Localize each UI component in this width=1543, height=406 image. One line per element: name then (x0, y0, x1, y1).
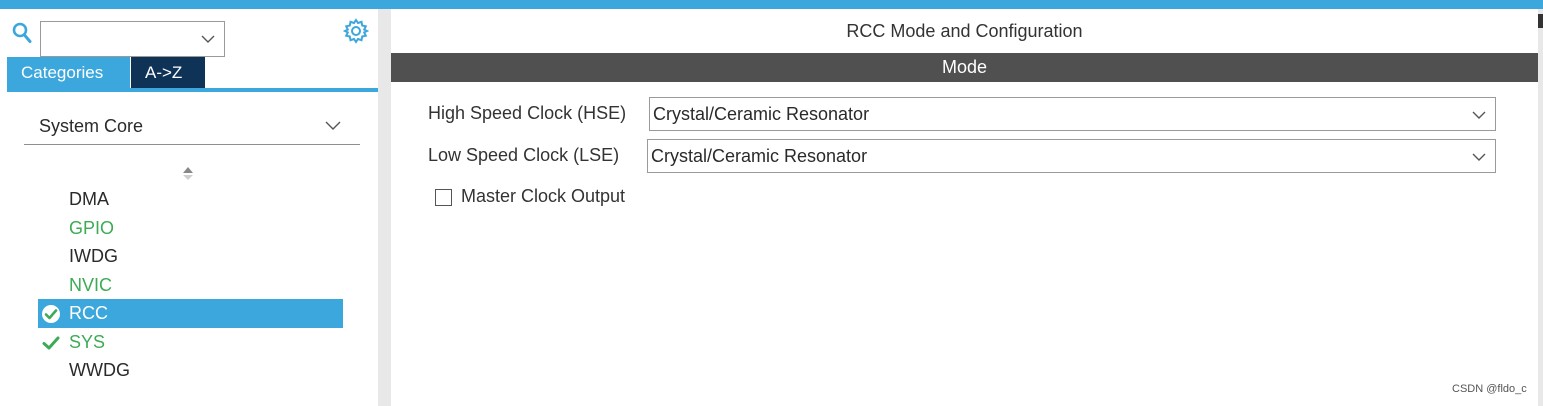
top-accent-bar (0, 0, 1543, 9)
gear-icon[interactable] (343, 18, 369, 44)
lse-field-row: Low Speed Clock (LSE) Crystal/Ceramic Re… (428, 139, 1498, 173)
watermark: CSDN @fldo_c (1452, 383, 1527, 395)
chevron-down-icon (1472, 153, 1486, 161)
scrollbar-marker (1538, 14, 1543, 28)
list-item-label: IWDG (69, 246, 118, 266)
right-scrollbar[interactable] (1538, 9, 1543, 406)
right-panel: RCC Mode and Configuration Mode High Spe… (391, 9, 1538, 406)
list-item-label: DMA (69, 189, 109, 209)
checkmark-icon (42, 336, 60, 349)
page-title: RCC Mode and Configuration (846, 21, 1083, 41)
tab-categories[interactable]: Categories (7, 57, 130, 88)
master-clock-output-label: Master Clock Output (461, 186, 626, 206)
list-item-label: WWDG (69, 360, 130, 380)
category-system-core[interactable]: System Core (24, 106, 360, 145)
peripheral-list: DMA GPIO IWDG NVIC RCC SYS WWDG (38, 185, 343, 385)
chevron-down-icon (325, 121, 341, 130)
list-item-gpio[interactable]: GPIO (38, 214, 343, 243)
category-label: System Core (39, 116, 144, 136)
lse-select[interactable]: Crystal/Ceramic Resonator (647, 139, 1496, 173)
list-item-label: NVIC (69, 274, 113, 295)
list-item-rcc[interactable]: RCC (38, 299, 343, 328)
list-item-label: GPIO (69, 217, 115, 238)
search-input[interactable] (40, 21, 225, 57)
left-panel: Categories A->Z System Core DMA GPIO IWD… (0, 9, 378, 406)
list-item-wwdg[interactable]: WWDG (38, 356, 343, 385)
check-circle-icon (42, 305, 60, 323)
section-header-mode: Mode (391, 53, 1538, 82)
chevron-down-icon (1472, 111, 1486, 119)
list-item-iwdg[interactable]: IWDG (38, 242, 343, 271)
lse-label: Low Speed Clock (LSE) (428, 145, 620, 165)
master-clock-output-checkbox[interactable] (435, 189, 452, 206)
list-item-label: RCC (69, 303, 108, 323)
hse-label: High Speed Clock (HSE) (428, 103, 627, 123)
list-item-sys[interactable]: SYS (38, 328, 343, 357)
chevron-down-icon (201, 35, 215, 43)
sort-icon[interactable] (181, 164, 195, 184)
list-item-nvic[interactable]: NVIC (38, 271, 343, 300)
lse-value: Crystal/Ceramic Resonator (651, 146, 868, 166)
hse-field-row: High Speed Clock (HSE) Crystal/Ceramic R… (428, 97, 1498, 131)
tab-underline (7, 88, 378, 92)
hse-value: Crystal/Ceramic Resonator (653, 104, 870, 124)
panel-splitter[interactable] (378, 9, 391, 406)
search-icon[interactable] (12, 22, 32, 44)
list-item-label: SYS (69, 331, 106, 352)
hse-select[interactable]: Crystal/Ceramic Resonator (649, 97, 1496, 131)
list-item-dma[interactable]: DMA (38, 185, 343, 214)
tab-a-z[interactable]: A->Z (131, 57, 205, 88)
